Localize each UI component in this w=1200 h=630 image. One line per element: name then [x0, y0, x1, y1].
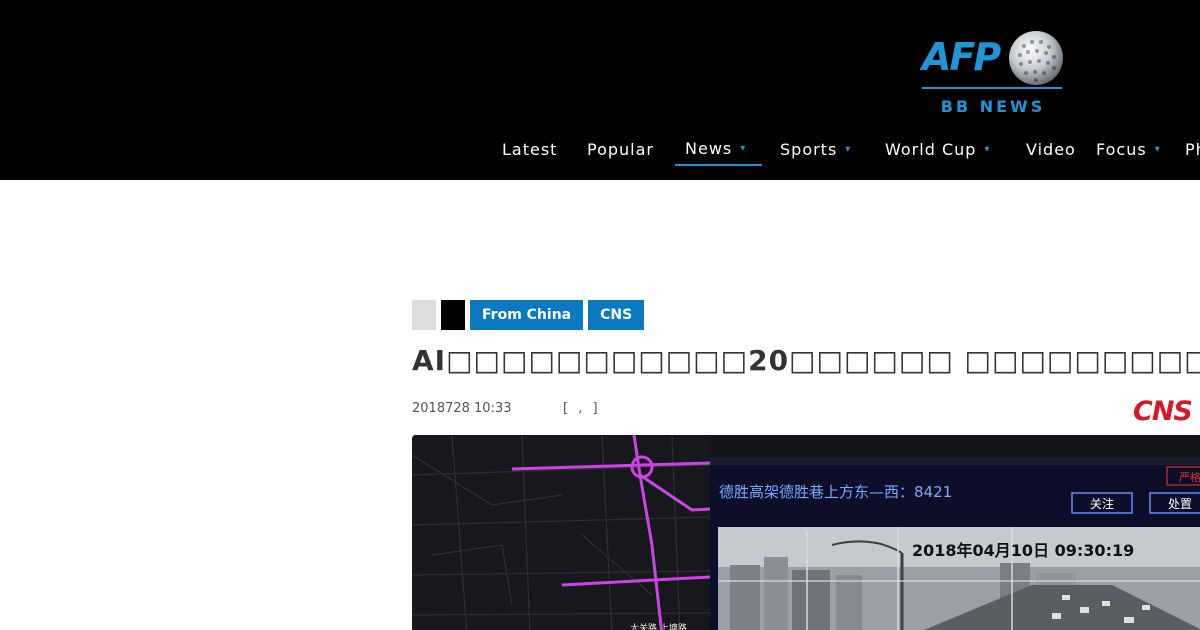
- article-photo: 大关路 上塘路 德胜高架德胜巷上方东—西：8421 关注 处置 严格 2018年…: [412, 435, 1200, 630]
- chevron-down-icon: ▾: [984, 143, 991, 155]
- nav-label: Latest: [502, 139, 558, 159]
- site-header: AFP BB NEWS Latest Popular News ▾ Sports…: [0, 0, 1200, 180]
- nav-item-focus[interactable]: Focus ▾: [1086, 132, 1171, 166]
- nav-item-latest[interactable]: Latest: [492, 132, 567, 166]
- source-logo-text: CNS: [1133, 396, 1192, 427]
- map-label: 大关路 上塘路: [630, 622, 687, 630]
- chevron-down-icon: ▾: [740, 142, 747, 154]
- nav-item-popular[interactable]: Popular: [577, 132, 664, 166]
- nav-item-sports[interactable]: Sports ▾: [770, 132, 861, 166]
- handle-button-label: 处置: [1168, 497, 1192, 511]
- nav-item-world-cup[interactable]: World Cup ▾: [875, 132, 1000, 166]
- camera-timestamp: 2018年04月10日 09:30:19: [912, 541, 1134, 560]
- afp-bb-news-logo[interactable]: AFP BB NEWS: [920, 28, 1066, 120]
- article-title: AI□□□□□□□□□□□20□□□□□□ □□□□□□□□□□□□□: [412, 344, 1200, 377]
- nav-label: Sports: [780, 139, 838, 159]
- tag-placeholder: [412, 300, 436, 330]
- main-nav: Latest Popular News ▾ Sports ▾ World Cup…: [490, 132, 1200, 168]
- alert-badge-label: 严格: [1179, 470, 1200, 484]
- logo-letters: AFP: [920, 35, 1001, 79]
- tag-placeholder: [441, 300, 465, 330]
- afp-globe-logo-icon: AFP: [920, 31, 1063, 85]
- nav-label: Ph: [1185, 139, 1200, 159]
- article-meta-extra: [ , ]: [563, 401, 601, 416]
- camera-location-label: 德胜高架德胜巷上方东—西：8421: [719, 483, 952, 501]
- tag-cns[interactable]: CNS: [588, 300, 645, 330]
- nav-item-news[interactable]: News ▾: [675, 132, 762, 166]
- article-tags: From China CNS: [412, 300, 645, 330]
- logo-divider: [922, 87, 1062, 89]
- nav-label: Video: [1026, 139, 1076, 159]
- follow-button-label: 关注: [1090, 496, 1114, 511]
- chevron-down-icon: ▾: [845, 143, 852, 155]
- cns-logo-icon: CNS: [1133, 396, 1193, 427]
- chevron-down-icon: ▾: [1154, 143, 1161, 155]
- nav-label: News: [685, 138, 733, 158]
- nav-item-photo[interactable]: Ph: [1175, 132, 1200, 166]
- article-date: 2018728 10:33: [412, 401, 512, 416]
- nav-label: World Cup: [885, 139, 977, 159]
- tag-from-china[interactable]: From China: [470, 300, 584, 330]
- photo-scene: 大关路 上塘路 德胜高架德胜巷上方东—西：8421 关注 处置 严格 2018年…: [412, 435, 1200, 630]
- nav-label: Popular: [587, 139, 654, 159]
- logo-subtitle: BB NEWS: [940, 97, 1046, 116]
- nav-item-video[interactable]: Video: [1016, 132, 1086, 166]
- nav-label: Focus: [1096, 139, 1147, 159]
